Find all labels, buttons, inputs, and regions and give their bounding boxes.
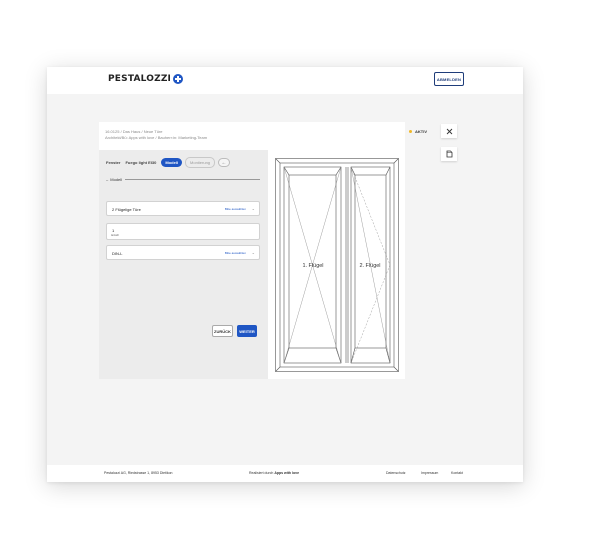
app-window: PESTALOZZI ABMELDEN 16.0125 / Das Haus /…: [47, 67, 523, 482]
quantity-caption: Anzahl: [111, 234, 119, 237]
footer-credit[interactable]: Realisiert durch Apps with love: [249, 471, 299, 475]
arrow-left-icon[interactable]: ←: [218, 158, 231, 167]
footer: Pestalozzi AG, Riedstrasse 1, 8953 Dieti…: [47, 465, 523, 482]
leaf-2-label: 2. Flügel: [359, 263, 380, 269]
next-button[interactable]: WEITER: [237, 325, 257, 337]
footer-contact-link[interactable]: Kontakt: [451, 471, 463, 475]
logo-text: PESTALOZZI: [108, 74, 172, 84]
status-badge: AKTIV: [409, 129, 427, 134]
door-type-action[interactable]: Bitte auswählen: [225, 207, 246, 211]
section-title-label: Modell: [110, 177, 123, 182]
configuration-panel: Fenster Fuego light EI30 Modell Montieru…: [99, 150, 268, 379]
door-type-select[interactable]: 2 Flügelige Türe Bitte auswählen ⌄: [106, 201, 260, 216]
tab-montierung[interactable]: Montierung: [185, 157, 216, 168]
quantity-field[interactable]: 1 Anzahl: [106, 223, 260, 240]
status-dot-icon: [409, 130, 412, 133]
door-type-value: 2 Flügelige Türe: [112, 207, 141, 212]
step-tabs: Fenster Fuego light EI30 Modell Montieru…: [106, 157, 231, 168]
tab-fenster[interactable]: Fenster: [106, 160, 120, 165]
chevron-down-icon: ⌄: [251, 206, 255, 211]
footer-credit-prefix: Realisiert durch: [249, 471, 274, 475]
close-button[interactable]: [441, 124, 457, 138]
chevron-down-icon: ⌄: [251, 250, 255, 255]
section-divider: [125, 179, 260, 180]
close-icon: [446, 128, 452, 134]
footer-address: Pestalozzi AG, Riedstrasse 1, 8953 Dieti…: [104, 471, 173, 475]
din-value: DIN-L: [112, 251, 123, 256]
note-icon: [446, 150, 452, 158]
breadcrumb: 16.0125 / Das Haus / Neue Türe Architekt…: [105, 129, 207, 141]
note-button[interactable]: [441, 147, 457, 161]
status-label: AKTIV: [415, 129, 427, 134]
footer-privacy-link[interactable]: Datenschutz: [386, 471, 405, 475]
leaf-1-label: 1. Flügel: [302, 263, 323, 269]
quantity-value: 1: [112, 228, 115, 233]
footer-credit-brand: Apps with love: [274, 471, 300, 475]
tab-fuego[interactable]: Fuego light EI30: [125, 160, 156, 165]
footer-imprint-link[interactable]: Impressum: [421, 471, 438, 475]
din-select[interactable]: DIN-L Bitte auswählen ⌄: [106, 245, 260, 260]
project-subline: Architekt/Bü: Apps with love / Bauherr:i…: [105, 135, 208, 140]
din-action[interactable]: Bitte auswählen: [225, 251, 246, 255]
back-button[interactable]: ZURÜCK: [212, 325, 233, 337]
tab-modell[interactable]: Modell: [161, 158, 183, 167]
door-preview: 1. Flügel 2. Flügel: [275, 158, 399, 372]
section-title: – Modell: [106, 177, 260, 182]
logo[interactable]: PESTALOZZI: [108, 74, 184, 84]
configurator-card: 16.0125 / Das Haus / Neue Türe Architekt…: [99, 122, 427, 379]
top-bar: PESTALOZZI ABMELDEN: [47, 67, 523, 94]
logout-button[interactable]: ABMELDEN: [434, 72, 464, 86]
plus-circle-icon: [173, 74, 184, 84]
